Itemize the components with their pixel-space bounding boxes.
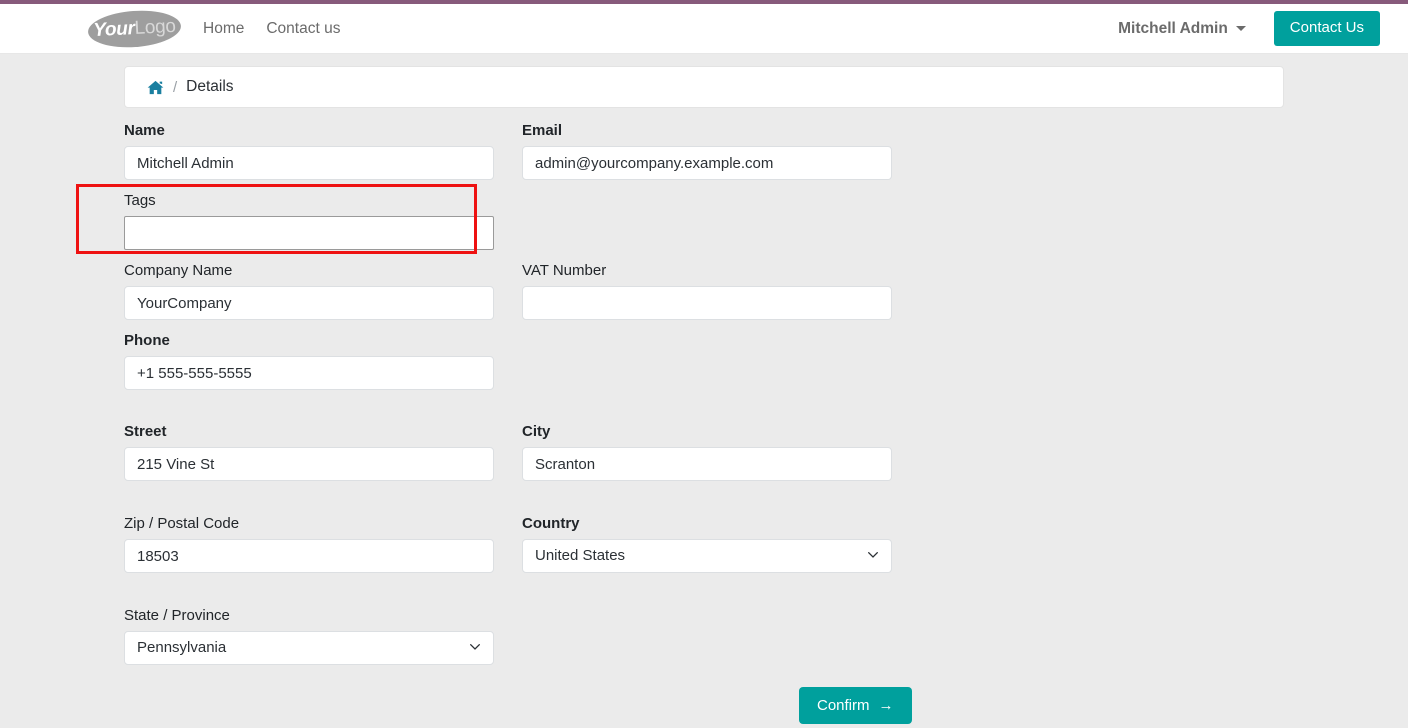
email-input[interactable] bbox=[522, 146, 892, 180]
field-email: Email bbox=[522, 122, 892, 180]
field-company-name: Company Name bbox=[124, 262, 494, 320]
form-col-left: Company Name bbox=[124, 262, 494, 332]
confirm-button-label: Confirm bbox=[817, 697, 870, 714]
tags-input[interactable] bbox=[124, 216, 494, 250]
contact-us-button[interactable]: Contact Us bbox=[1273, 11, 1380, 46]
form-row-zip-country: Zip / Postal Code Country United States bbox=[124, 515, 1284, 585]
field-country: Country United States bbox=[522, 515, 892, 573]
phone-label: Phone bbox=[124, 332, 170, 349]
city-input[interactable] bbox=[522, 447, 892, 481]
vat-number-input[interactable] bbox=[522, 286, 892, 320]
country-label: Country bbox=[522, 515, 580, 532]
form-section-gap bbox=[124, 402, 1284, 423]
field-name: Name bbox=[124, 122, 494, 180]
zip-label: Zip / Postal Code bbox=[124, 515, 240, 532]
form-section-gap-3 bbox=[124, 585, 1284, 607]
company-name-input[interactable] bbox=[124, 286, 494, 320]
breadcrumb-separator: / bbox=[173, 78, 178, 96]
home-icon[interactable] bbox=[147, 80, 164, 95]
field-city: City bbox=[522, 423, 892, 481]
field-street: Street bbox=[124, 423, 494, 481]
country-select-wrapper: United States bbox=[522, 539, 892, 573]
form-section-gap-2 bbox=[124, 493, 1284, 515]
form-row-phone: Phone bbox=[124, 332, 1284, 402]
logo-text-primary: Your bbox=[92, 17, 136, 41]
form-row-state: State / Province Pennsylvania bbox=[124, 607, 1284, 677]
zip-input[interactable] bbox=[124, 539, 494, 573]
form-col-left: Tags bbox=[124, 192, 494, 262]
arrow-right-icon: → bbox=[878, 697, 894, 714]
form-col-right: Email bbox=[522, 122, 892, 192]
form-col-left: Name bbox=[124, 122, 494, 192]
field-phone: Phone bbox=[124, 332, 494, 390]
tags-label: Tags bbox=[124, 192, 156, 209]
form-col-right: City bbox=[522, 423, 892, 493]
confirm-button[interactable]: Confirm → bbox=[799, 687, 912, 724]
company-name-label: Company Name bbox=[124, 262, 233, 279]
form-actions: Confirm → bbox=[124, 687, 1284, 724]
phone-input[interactable] bbox=[124, 356, 494, 390]
city-label: City bbox=[522, 423, 551, 440]
site-logo[interactable]: Your Logo bbox=[86, 7, 183, 50]
details-form: Name Email Tags bbox=[124, 122, 1284, 724]
actions-spacer bbox=[124, 687, 799, 724]
state-select-wrapper: Pennsylvania bbox=[124, 631, 494, 665]
vat-number-label: VAT Number bbox=[522, 262, 607, 279]
breadcrumb: / Details bbox=[124, 66, 1284, 108]
nav-link-contact-us[interactable]: Contact us bbox=[266, 20, 340, 38]
street-input[interactable] bbox=[124, 447, 494, 481]
email-label: Email bbox=[522, 122, 563, 139]
logo-text: Your Logo bbox=[87, 8, 182, 49]
country-select[interactable]: United States bbox=[522, 539, 892, 573]
navbar-right-group: Mitchell Admin Contact Us bbox=[1118, 11, 1380, 46]
breadcrumb-current-page: Details bbox=[186, 78, 234, 95]
form-col-right-empty bbox=[522, 607, 892, 677]
navbar: Your Logo Home Contact us Mitchell Admin … bbox=[0, 4, 1408, 54]
field-vat-number: VAT Number bbox=[522, 262, 892, 320]
form-col-left: Street bbox=[124, 423, 494, 493]
form-row-name-email: Name Email bbox=[124, 122, 1284, 192]
form-row-tags: Tags bbox=[124, 192, 1284, 262]
nav-link-home[interactable]: Home bbox=[203, 20, 244, 38]
form-col-left: Zip / Postal Code bbox=[124, 515, 494, 585]
form-col-left: Phone bbox=[124, 332, 494, 402]
form-col-left: State / Province Pennsylvania bbox=[124, 607, 494, 677]
form-col-right-empty bbox=[522, 332, 892, 402]
chevron-down-icon bbox=[1235, 26, 1246, 31]
form-col-right: Country United States bbox=[522, 515, 892, 585]
field-state: State / Province Pennsylvania bbox=[124, 607, 494, 665]
field-zip: Zip / Postal Code bbox=[124, 515, 494, 573]
form-col-right-empty bbox=[522, 192, 892, 262]
form-col-right: VAT Number bbox=[522, 262, 892, 332]
state-label: State / Province bbox=[124, 607, 230, 624]
name-label: Name bbox=[124, 122, 165, 139]
form-row-street-city: Street City bbox=[124, 423, 1284, 493]
form-row-company-vat: Company Name VAT Number bbox=[124, 262, 1284, 332]
state-select[interactable]: Pennsylvania bbox=[124, 631, 494, 665]
street-label: Street bbox=[124, 423, 167, 440]
name-input[interactable] bbox=[124, 146, 494, 180]
user-menu-dropdown[interactable]: Mitchell Admin bbox=[1118, 20, 1246, 38]
field-tags: Tags bbox=[124, 192, 494, 250]
page-body: / Details Name Email Tags bbox=[0, 54, 1408, 724]
logo-text-secondary: Logo bbox=[134, 15, 177, 39]
navbar-left-group: Your Logo Home Contact us bbox=[86, 7, 362, 50]
user-menu-label: Mitchell Admin bbox=[1118, 19, 1228, 37]
